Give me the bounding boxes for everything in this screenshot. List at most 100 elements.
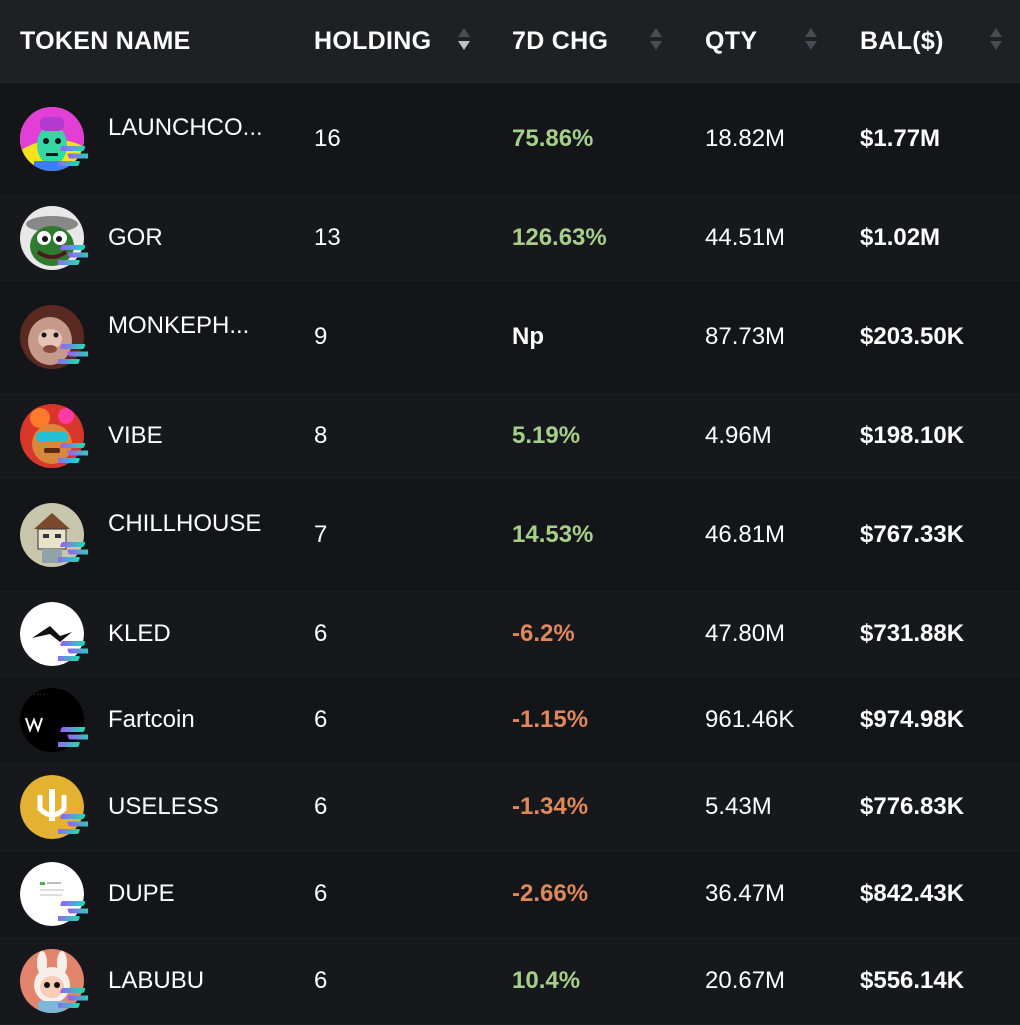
solana-chain-icon [54,900,93,922]
sort-icon[interactable] [458,28,470,50]
holding-value: 6 [314,967,328,994]
table-row[interactable]: MONKEPH... 9 Np 87.73M $203.50K [0,281,1020,394]
table-row[interactable]: USELESS 6 -1.34% 5.43M $776.83K [0,764,1020,851]
solana-chain-icon [54,813,93,835]
solana-chain-icon [54,987,93,1009]
qty-value: 18.82M [705,125,786,152]
token-name: LABUBU [108,967,205,994]
token-avatar [20,107,93,171]
sort-desc-icon [458,41,470,50]
solana-chain-icon [54,442,93,464]
token-cell: LAUNCHCO... [0,83,294,195]
token-avatar [20,206,93,270]
change-value: Np [512,323,544,350]
table-row[interactable]: KLED 6 -6.2% 47.80M $731.88K [0,592,1020,677]
change-value: 14.53% [512,521,594,548]
holding-value: 13 [314,224,341,251]
change-value: -1.15% [512,706,589,733]
balance-value: $203.50K [860,323,965,350]
token-cell: GOR [0,196,294,280]
balance-value: $776.83K [860,793,965,820]
token-avatar [20,503,93,567]
balance-value: $198.10K [860,422,965,449]
qty-value: 47.80M [705,620,786,647]
qty-value: 20.67M [705,967,786,994]
column-holding-label: HOLDING [314,26,432,55]
holding-value: 8 [314,422,328,449]
table-row[interactable]: CHILLHOUSE 7 14.53% 46.81M $767.33K [0,479,1020,592]
column-7d-chg-label: 7D CHG [512,26,609,55]
token-avatar: · · · · · · · [20,688,93,752]
token-name: USELESS [108,793,219,820]
token-name: Fartcoin [108,706,195,733]
token-name: KLED [108,620,171,647]
token-cell: VIBE [0,394,294,478]
column-qty-label: QTY [705,26,758,55]
table-row[interactable]: GOR 13 126.63% 44.51M $1.02M [0,196,1020,281]
sort-icon[interactable] [805,28,817,50]
table-row[interactable]: VIBE 8 5.19% 4.96M $198.10K [0,394,1020,479]
token-name: MONKEPH... [108,312,250,339]
qty-value: 36.47M [705,880,786,907]
column-balance[interactable]: BAL($) [840,0,1020,82]
holding-value: 6 [314,880,328,907]
balance-value: $842.43K [860,880,965,907]
qty-value: 5.43M [705,793,772,820]
token-cell: CHILLHOUSE [0,479,294,591]
token-avatar [20,305,93,369]
sort-desc-icon [805,41,817,50]
table-row[interactable]: DUPE 6 -2.66% 36.47M $842.43K [0,851,1020,938]
change-value: 75.86% [512,125,594,152]
token-name: GOR [108,224,163,251]
balance-value: $556.14K [860,967,965,994]
token-avatar [20,862,93,926]
change-value: 126.63% [512,224,607,251]
token-name: CHILLHOUSE [108,510,262,537]
column-holding[interactable]: HOLDING [294,0,492,82]
column-token-name[interactable]: TOKEN NAME [0,0,294,82]
token-avatar [20,949,93,1013]
holding-value: 6 [314,793,328,820]
table-row[interactable]: LAUNCHCO... 16 75.86% 18.82M $1.77M [0,83,1020,196]
column-qty[interactable]: QTY [685,0,840,82]
table-row[interactable]: LABUBU 6 10.4% 20.67M $556.14K [0,938,1020,1025]
holding-value: 7 [314,521,328,548]
column-7d-chg[interactable]: 7D CHG [492,0,685,82]
column-balance-label: BAL($) [860,26,944,55]
sort-asc-icon [805,28,817,37]
holding-value: 6 [314,706,328,733]
token-avatar [20,602,93,666]
holding-value: 9 [314,323,328,350]
sort-asc-icon [458,28,470,37]
token-avatar [20,404,93,468]
solana-chain-icon [54,640,93,662]
token-cell: MONKEPH... [0,281,294,393]
sort-desc-icon [990,41,1002,50]
svg-text:· · · · · · ·: · · · · · · · [24,692,45,698]
balance-value: $731.88K [860,620,965,647]
holding-value: 16 [314,125,341,152]
token-cell: DUPE [0,851,294,937]
table-header: TOKEN NAME HOLDING 7D CHG QTY BAL($) [0,0,1020,83]
change-value: -6.2% [512,620,575,647]
solana-chain-icon [54,541,93,563]
token-cell: KLED [0,592,294,676]
qty-value: 44.51M [705,224,786,251]
sort-asc-icon [650,28,662,37]
token-cell: · · · · · · · Fartcoin [0,677,294,763]
balance-value: $1.77M [860,125,941,152]
sort-icon[interactable] [990,28,1002,50]
token-cell: LABUBU [0,938,294,1024]
qty-value: 46.81M [705,521,786,548]
sort-icon[interactable] [650,28,662,50]
token-name: DUPE [108,880,175,907]
sort-asc-icon [990,28,1002,37]
change-value: 5.19% [512,422,581,449]
balance-value: $1.02M [860,224,941,251]
solana-chain-icon [54,145,93,167]
solana-chain-icon [54,343,93,365]
table-row[interactable]: · · · · · · · Fartcoin 6 -1.15% 961.46K $974.… [0,677,1020,764]
sort-desc-icon [650,41,662,50]
solana-chain-icon [54,726,93,748]
qty-value: 961.46K [705,706,795,733]
